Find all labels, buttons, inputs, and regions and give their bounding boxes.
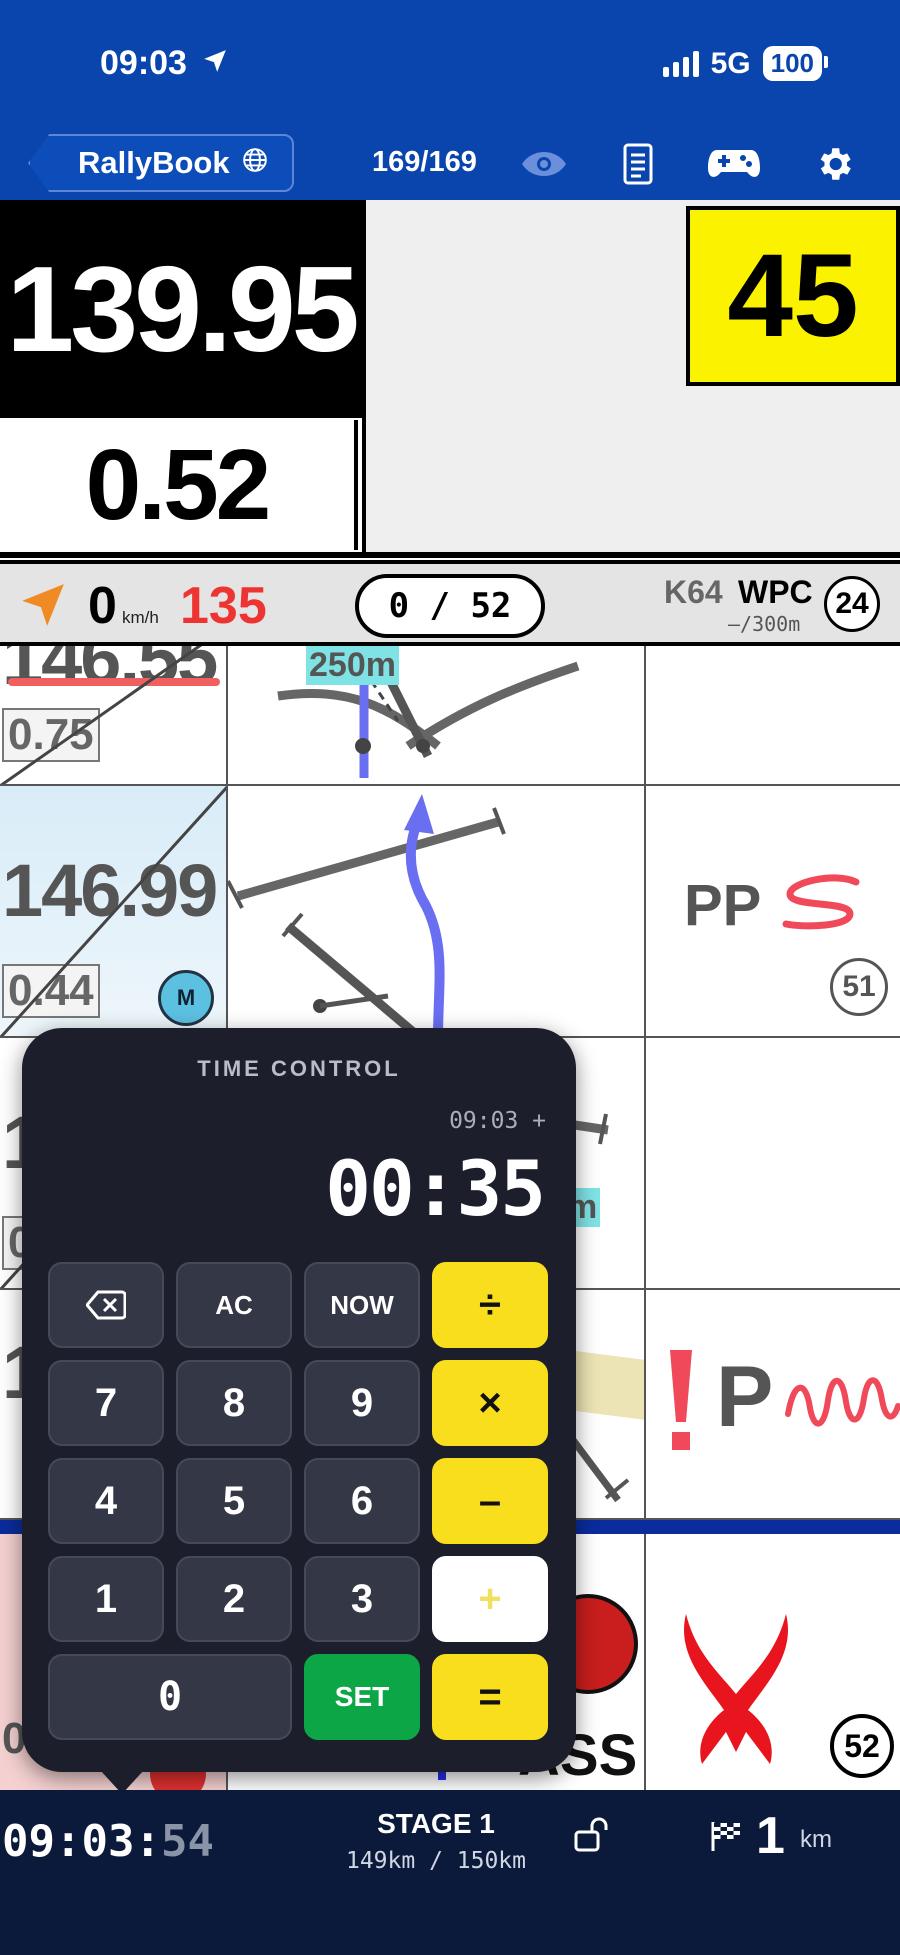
diagonal-line [0,786,226,1036]
row-note-cell: PP 51 [646,786,900,1036]
danger-exclamation-icon [670,1350,692,1450]
signal-icon [662,50,699,77]
odometer-display[interactable]: 139.95 [0,200,362,418]
divider [0,552,900,558]
row-note-cell [646,1038,900,1288]
divide-key[interactable]: ÷ [432,1262,548,1348]
plus-key[interactable]: + [432,1556,548,1642]
backspace-key[interactable] [48,1262,164,1348]
key-5[interactable]: 5 [176,1458,292,1544]
row-note-cell [646,646,900,784]
waypoint-type: WPC [738,574,813,610]
now-key[interactable]: NOW [304,1262,420,1348]
bottom-bar: 09:03:54 STAGE 1 149km / 150km 1 km [0,1790,900,1955]
row-tulip-cell [228,786,646,1036]
network-label: 5G [710,46,751,80]
row-note-cell: P [646,1290,900,1518]
key-0[interactable]: 0 [48,1654,292,1740]
stage-name: STAGE 1 [377,1808,495,1839]
max-speed: 135 [180,577,267,635]
location-arrow-icon [202,44,228,83]
time-control-title: TIME CONTROL [197,1056,401,1081]
waypoint-progress[interactable]: 0 / 52 [355,574,545,638]
heading-arrow-icon [22,584,64,626]
row-tulip-cell: 250m [228,646,646,784]
key-1[interactable]: 1 [48,1556,164,1642]
winding-road-symbol [785,1377,900,1427]
time-display: 00:35 [325,1144,546,1233]
stage-progress: 149km / 150km [345,1848,526,1874]
clock-seconds: 54 [160,1816,214,1867]
status-indicators: 5G 100 [662,46,829,81]
row-number: 51 [830,958,888,1016]
backspace-icon [86,1290,126,1320]
current-speed: 0 [88,577,117,635]
top-bar: 09:03 5G 100 RallyBook 169/169 [0,0,900,200]
roadbook-row[interactable]: 146.99 0.44 M PP 51 [0,786,900,1038]
row-note-cell: 52 [646,1534,900,1790]
key-6[interactable]: 6 [304,1458,420,1544]
speed-unit: km/h [122,608,159,627]
key-7[interactable]: 7 [48,1360,164,1446]
diagonal-line [0,646,203,784]
info-bar: 0 km/h 135 0 / 52 K64 WPC –/300m 24 [0,560,900,646]
key-2[interactable]: 2 [176,1556,292,1642]
remaining-distance-unit: km [800,1826,832,1853]
minus-key[interactable]: – [432,1458,548,1544]
set-key[interactable]: SET [304,1654,420,1740]
globe-icon [242,147,268,180]
nav-bar: RallyBook 169/169 [0,134,900,194]
note-text: PP [684,873,762,938]
roadbook-row[interactable]: 146.55 0.75 250m [0,646,900,786]
clock-hours-minutes: 09:03: [2,1816,161,1867]
page-counter: 169/169 [372,146,477,178]
rallybook-label: RallyBook [78,145,230,180]
note-text: P [716,1349,774,1445]
battery-icon: 100 [762,46,829,81]
eye-icon[interactable] [516,138,572,190]
tulip-diagram [228,794,506,1036]
remaining-distance: 1 [756,1807,785,1865]
speed-limit-display: 45 [686,206,900,386]
time-reference: 09:03 + [449,1108,546,1134]
key-4[interactable]: 4 [48,1458,164,1544]
rally-logo-icon [684,1614,788,1764]
document-icon[interactable] [610,138,666,190]
tulip-diagram [277,646,580,778]
key-3[interactable]: 3 [304,1556,420,1642]
stage-clock[interactable]: 09:03:54 [2,1816,214,1867]
waypoint-number: 24 [824,576,880,632]
multiply-key[interactable]: × [432,1360,548,1446]
gamepad-icon[interactable] [706,138,762,190]
equals-key[interactable]: = [432,1654,548,1740]
row-number: 52 [830,1714,894,1778]
gear-icon[interactable] [806,138,862,190]
status-time: 09:03 [100,44,228,83]
status-clock: 09:03 [100,44,187,82]
key-9[interactable]: 9 [304,1360,420,1446]
time-control-popup: TIME CONTROL 09:03 + 00:35 AC NOW ÷ 7 8 … [22,1028,576,1794]
waypoint-code: K64 [664,574,723,610]
partial-distance-display[interactable]: 0.52 [0,420,358,550]
key-8[interactable]: 8 [176,1360,292,1446]
tulip-distance-label: 250m [306,646,399,685]
row-distance-cell: 146.55 0.75 [0,646,228,784]
checkered-flag-icon [710,1820,744,1857]
waypoint-distance: –/300m [728,612,801,636]
rallybook-button[interactable]: RallyBook [28,134,294,192]
ac-key[interactable]: AC [176,1262,292,1348]
curve-symbol [782,874,860,930]
row-distance-cell: 146.99 0.44 M [0,786,228,1036]
unlock-icon[interactable] [572,1814,612,1854]
